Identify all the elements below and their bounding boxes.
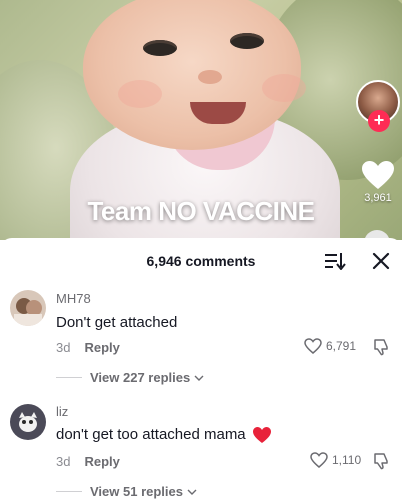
avatar[interactable] — [10, 404, 46, 440]
like-button[interactable]: 3,961 — [358, 160, 398, 204]
red-heart-emoji-icon — [252, 427, 271, 444]
heart-icon[interactable] — [361, 160, 395, 190]
video-subject — [118, 80, 162, 108]
divider — [56, 377, 82, 378]
comment-item: liz don't get too attached mama 3d Reply … — [0, 400, 402, 499]
dislike-icon[interactable] — [372, 338, 390, 356]
video-subject — [230, 33, 264, 49]
comment-text: Don't get attached — [56, 314, 178, 331]
comment-like-count: 6,791 — [326, 339, 357, 353]
heart-outline-icon[interactable] — [310, 452, 328, 468]
chevron-down-icon — [187, 489, 197, 495]
video-player[interactable]: Team NO VACCINE + 3,961 — [0, 0, 402, 240]
comments-sheet: 6,946 comments MH78 Don't get attached 3… — [0, 238, 402, 499]
comment-username[interactable]: liz — [56, 404, 68, 419]
comment-text: don't get too attached mama — [56, 426, 272, 444]
comment-username[interactable]: MH78 — [56, 291, 91, 306]
comment-text-content: don't get too attached mama — [56, 426, 246, 443]
divider — [56, 491, 82, 492]
comment-like-button[interactable]: 6,791 — [304, 338, 356, 354]
heart-outline-icon[interactable] — [304, 338, 322, 354]
creator-avatar[interactable]: + — [356, 80, 400, 132]
comment-age: 3d — [56, 454, 71, 469]
comment-item: MH78 Don't get attached 3d Reply 6,791 Vi… — [0, 288, 402, 398]
video-subject — [198, 70, 222, 84]
reply-button[interactable]: Reply — [84, 454, 119, 469]
sort-icon[interactable] — [324, 252, 346, 270]
dislike-icon[interactable] — [372, 452, 390, 470]
close-icon[interactable] — [372, 252, 390, 270]
follow-plus-icon[interactable]: + — [368, 110, 390, 132]
video-caption: Team NO VACCINE — [87, 196, 315, 226]
comment-age: 3d — [56, 340, 71, 355]
view-replies-label[interactable]: View 227 replies — [90, 370, 190, 385]
view-replies-button[interactable]: View 227 replies — [56, 370, 205, 385]
avatar[interactable] — [10, 290, 46, 326]
comment-like-button[interactable]: 1,110 — [310, 452, 361, 468]
chevron-down-icon — [194, 375, 204, 381]
video-subject — [143, 40, 177, 56]
comment-meta: 3d Reply — [56, 454, 120, 469]
reply-button[interactable]: Reply — [84, 340, 119, 355]
like-count: 3,961 — [364, 192, 392, 204]
video-subject — [262, 74, 306, 102]
comment-like-count: 1,110 — [332, 453, 362, 467]
comment-meta: 3d Reply — [56, 340, 120, 355]
comments-header: 6,946 comments — [0, 238, 402, 284]
